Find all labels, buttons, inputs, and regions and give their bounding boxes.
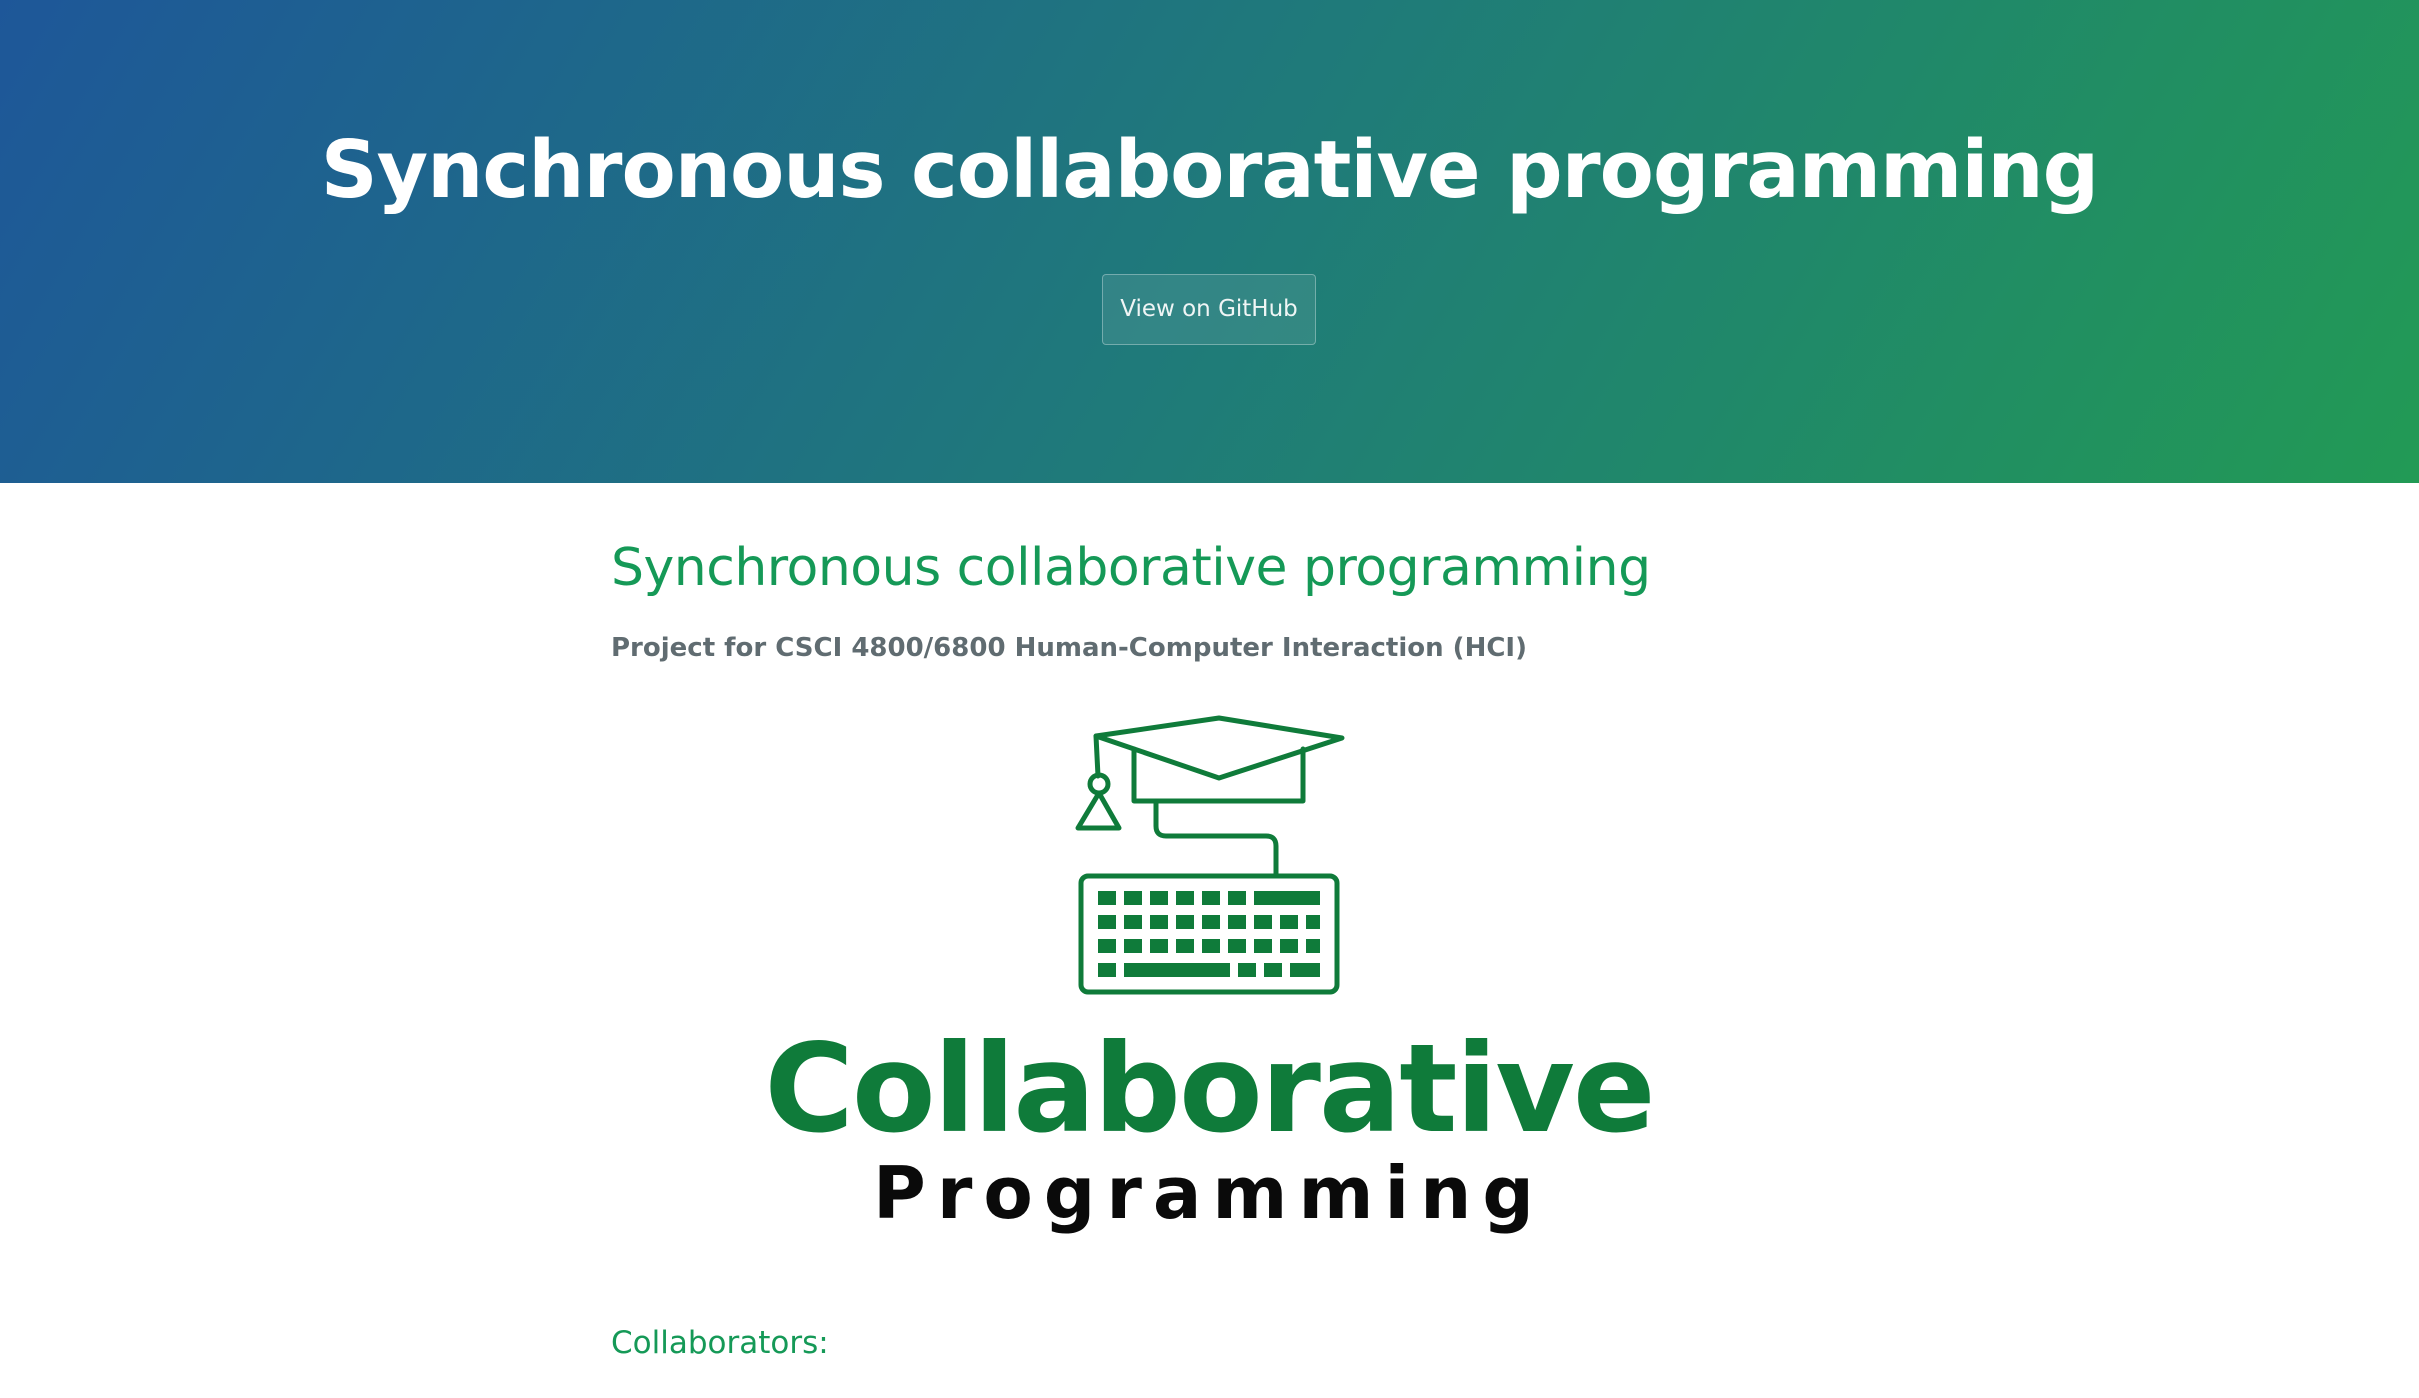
project-name: Synchronous collaborative programming [320,124,2099,216]
view-on-github-button[interactable]: View on GitHub [1102,274,1316,345]
page-header: Synchronous collaborative programming Vi… [0,0,2419,483]
collaborators-heading: Collaborators: [611,1325,829,1361]
logo-word-collaborative: Collaborative [764,1018,1653,1160]
project-subtitle: Project for CSCI 4800/6800 Human-Compute… [611,633,1527,663]
logo-word-programming: Programming [873,1151,1545,1235]
page-title: Synchronous collaborative programming [611,538,1651,598]
collaborative-programming-logo: Collaborative Programming [764,715,1656,1235]
keyboard-keys [1098,891,1320,977]
